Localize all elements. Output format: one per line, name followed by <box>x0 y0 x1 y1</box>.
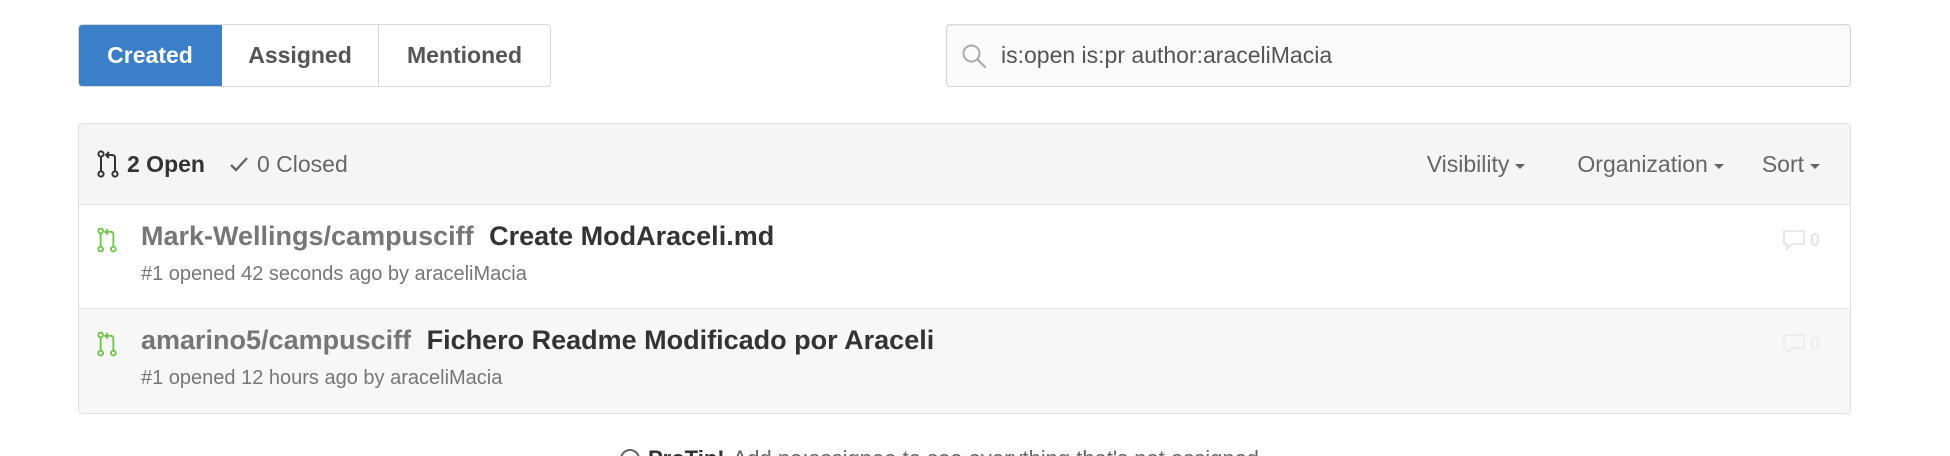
protip-label: ProTip! <box>648 446 725 456</box>
filter-tabs: Created Assigned Mentioned <box>78 24 551 87</box>
pr-title-link[interactable]: Fichero Readme Modificado por Araceli <box>427 325 935 355</box>
pr-meta: #1 opened 12 hours ago by araceliMacia <box>141 367 503 389</box>
chevron-down-icon <box>1713 164 1724 169</box>
list-header: 2 Open 0 Closed Visibility Organization … <box>79 124 1850 205</box>
comment-icon <box>1783 230 1805 251</box>
comment-icon <box>1783 334 1805 355</box>
search-icon <box>961 42 989 70</box>
open-pull-request-icon <box>97 227 117 258</box>
sort-dropdown[interactable]: Sort <box>1762 151 1820 178</box>
tab-mentioned[interactable]: Mentioned <box>379 25 550 86</box>
closed-count: 0 Closed <box>256 150 348 177</box>
comment-count: 0 <box>1809 333 1820 354</box>
list-item: Mark-Wellings/campusciff Create ModArace… <box>79 205 1850 309</box>
visibility-dropdown[interactable]: Visibility <box>1427 151 1526 178</box>
list-filters: Visibility Organization Sort <box>1427 124 1850 205</box>
chevron-down-icon <box>1515 164 1526 169</box>
open-filter[interactable]: 2 Open <box>97 150 205 178</box>
organization-dropdown[interactable]: Organization <box>1577 151 1724 178</box>
repo-link[interactable]: amarino5/campusciff <box>141 325 411 355</box>
pull-request-icon <box>97 150 119 178</box>
check-icon <box>230 157 248 172</box>
tab-created[interactable]: Created <box>79 25 222 86</box>
search-box <box>946 24 1851 87</box>
pull-request-list: 2 Open 0 Closed Visibility Organization … <box>78 123 1851 414</box>
closed-filter[interactable]: 0 Closed <box>229 151 348 178</box>
comments-link[interactable]: 0 <box>1782 229 1820 251</box>
lightbulb-icon <box>620 449 640 456</box>
visibility-label: Visibility <box>1426 151 1510 177</box>
search-input[interactable] <box>1001 42 1821 69</box>
chevron-down-icon <box>1810 164 1820 169</box>
tab-assigned[interactable]: Assigned <box>222 25 379 86</box>
comment-count: 0 <box>1809 229 1820 250</box>
pr-meta: #1 opened 42 seconds ago by araceliMacia <box>141 263 527 285</box>
sort-label: Sort <box>1761 151 1804 177</box>
pr-title-line: Mark-Wellings/campusciff Create ModArace… <box>141 221 774 252</box>
list-item: amarino5/campusciff Fichero Readme Modif… <box>79 309 1850 413</box>
open-pull-request-icon <box>97 331 117 362</box>
protip: ProTip! Add no:assignee to see everythin… <box>620 446 1265 456</box>
pr-title-line: amarino5/campusciff Fichero Readme Modif… <box>141 325 934 356</box>
organization-label: Organization <box>1577 151 1708 177</box>
comments-link[interactable]: 0 <box>1782 333 1820 355</box>
protip-text: Add no:assignee to see everything that's… <box>733 446 1266 456</box>
pr-title-link[interactable]: Create ModAraceli.md <box>489 221 774 251</box>
repo-link[interactable]: Mark-Wellings/campusciff <box>141 221 474 251</box>
open-count: 2 Open <box>127 150 205 177</box>
